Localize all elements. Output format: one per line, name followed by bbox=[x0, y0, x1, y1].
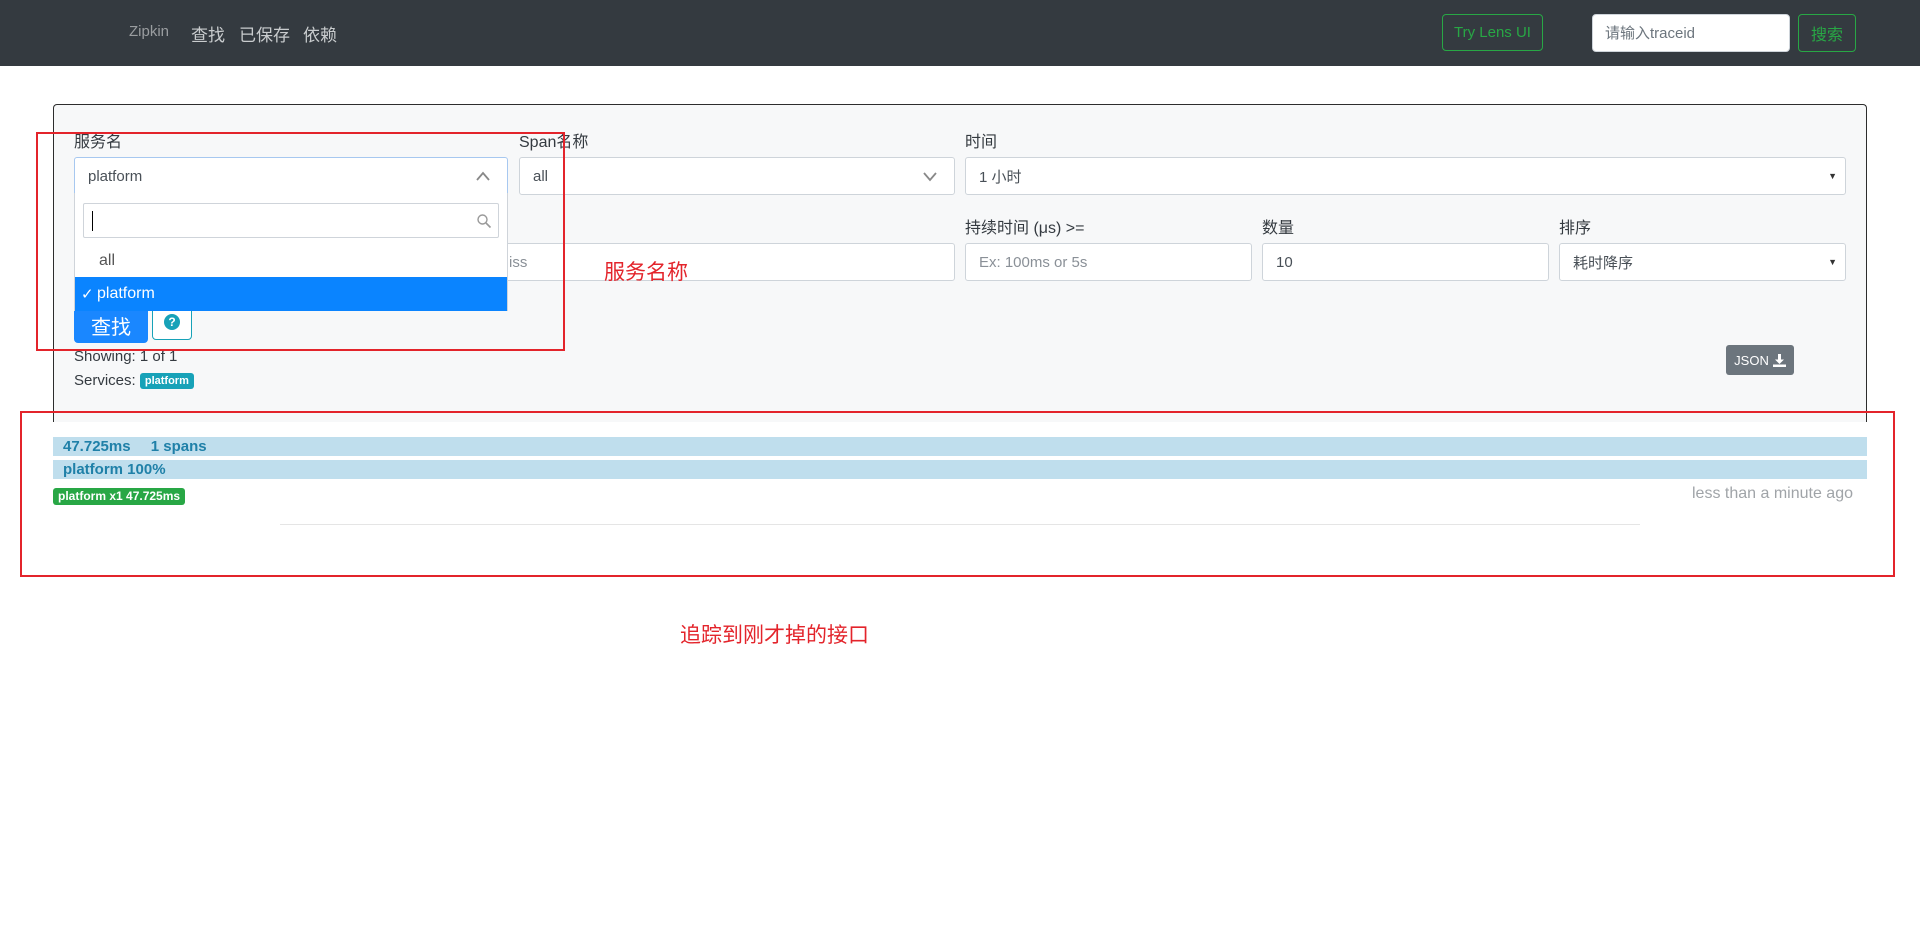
sort-label: 排序 bbox=[1559, 220, 1592, 237]
annotation-label-trace: 追踪到刚才掉的接口 bbox=[680, 624, 869, 647]
span-name-select[interactable]: all bbox=[519, 157, 955, 195]
nav-link-dependencies[interactable]: 依赖 bbox=[303, 21, 337, 46]
min-duration-placeholder: Ex: 100ms or 5s bbox=[979, 253, 1088, 271]
time-value: 1 小时 bbox=[979, 168, 1022, 186]
download-icon bbox=[1772, 353, 1786, 367]
nav-link-saved[interactable]: 已保存 bbox=[239, 21, 290, 46]
services-label: Services: bbox=[74, 372, 136, 389]
sort-value: 耗时降序 bbox=[1573, 254, 1634, 272]
chevron-down-icon bbox=[923, 172, 937, 182]
nav-link-find[interactable]: 查找 bbox=[191, 21, 225, 46]
caret-down-icon: ▼ bbox=[1828, 171, 1837, 181]
service-badge: platform bbox=[139, 373, 194, 389]
try-lens-ui-button[interactable]: Try Lens UI bbox=[1442, 14, 1543, 51]
services-summary: Services: platform bbox=[74, 372, 194, 389]
annotation-box-service bbox=[36, 132, 565, 351]
time-select[interactable]: 1 小时 ▼ bbox=[965, 157, 1846, 195]
json-download-button[interactable]: JSON bbox=[1726, 345, 1794, 375]
limit-value: 10 bbox=[1276, 253, 1293, 271]
limit-label: 数量 bbox=[1262, 220, 1295, 237]
traceid-search-button[interactable]: 搜索 bbox=[1798, 14, 1856, 52]
caret-down-icon: ▼ bbox=[1828, 257, 1837, 267]
duration-label: 持续时间 (μs) >= bbox=[965, 220, 1085, 237]
annotation-label-service: 服务名称 bbox=[604, 261, 688, 284]
top-navbar: Zipkin 查找 已保存 依赖 Try Lens UI 搜索 bbox=[0, 0, 1920, 66]
annotation-box-trace bbox=[20, 411, 1895, 577]
min-duration-input[interactable]: Ex: 100ms or 5s bbox=[965, 243, 1252, 281]
json-button-label: JSON bbox=[1734, 352, 1769, 368]
time-label: 时间 bbox=[965, 134, 998, 151]
traceid-input[interactable] bbox=[1592, 14, 1790, 52]
brand-logo[interactable]: Zipkin bbox=[129, 23, 169, 40]
limit-input[interactable]: 10 bbox=[1262, 243, 1549, 281]
sort-select[interactable]: 耗时降序 ▼ bbox=[1559, 243, 1846, 281]
